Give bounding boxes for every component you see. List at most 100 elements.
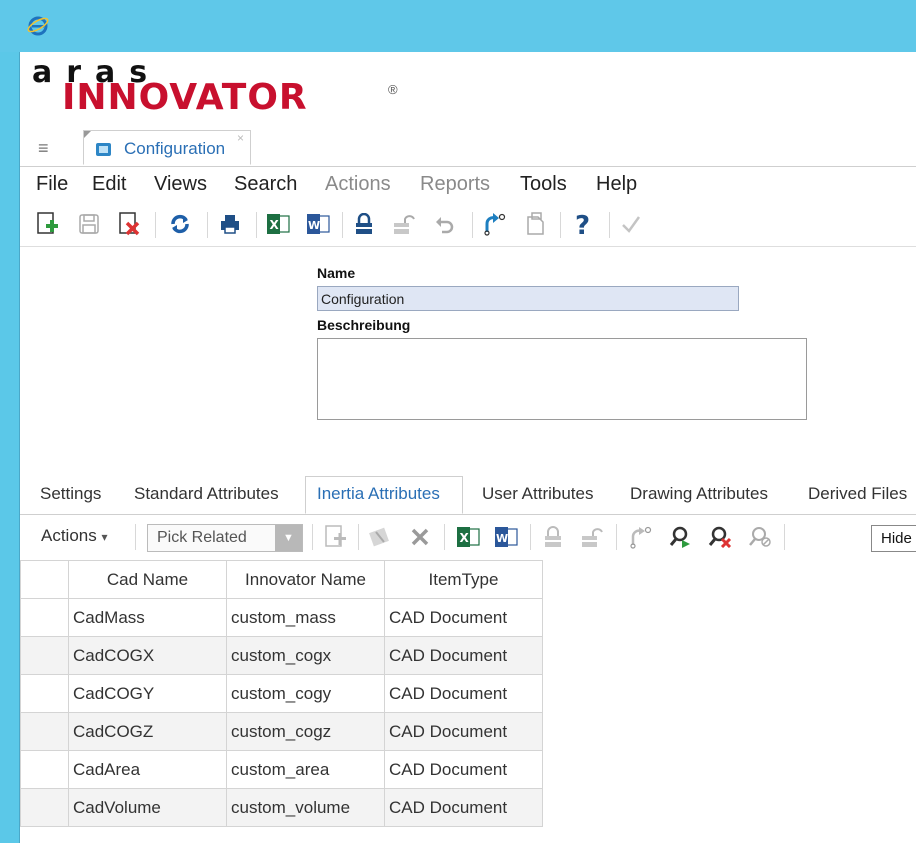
table-row[interactable]: CadVolume custom_volume CAD Document (20, 788, 543, 827)
itemtype-cell[interactable]: CAD Document (384, 598, 543, 637)
actions-dropdown[interactable]: Actions ▾ (41, 526, 108, 546)
row-selector[interactable] (20, 636, 69, 675)
svg-text:W: W (308, 219, 320, 232)
pick-related-label: Pick Related (157, 529, 247, 546)
table-row[interactable]: CadCOGZ custom_cogz CAD Document (20, 712, 543, 751)
search-green-icon[interactable] (666, 523, 694, 551)
browser-titlebar (0, 0, 916, 52)
svg-text:X: X (270, 218, 280, 232)
toolbar-separator (530, 524, 531, 550)
column-header-cad-name[interactable]: Cad Name (68, 560, 227, 599)
menu-edit[interactable]: Edit (92, 173, 126, 196)
table-row[interactable]: CadMass custom_mass CAD Document (20, 598, 543, 637)
itemtype-cell[interactable]: CAD Document (384, 636, 543, 675)
table-row[interactable]: CadCOGY custom_cogy CAD Document (20, 674, 543, 713)
word-export-icon[interactable]: W (492, 523, 520, 551)
relationship-grid: Cad Name Innovator Name ItemType CadMass… (20, 560, 543, 827)
tab-drawing-attributes[interactable]: Drawing Attributes (630, 484, 768, 504)
column-header-itemtype[interactable]: ItemType (384, 560, 543, 599)
innovator-name-cell[interactable]: custom_cogz (226, 712, 385, 751)
hamburger-menu-icon[interactable]: ≡ (38, 139, 49, 157)
cad-name-cell[interactable]: CadCOGZ (68, 712, 227, 751)
menu-help[interactable]: Help (596, 173, 637, 196)
discard-icon[interactable] (116, 210, 144, 238)
save-icon[interactable] (75, 210, 103, 238)
excel-icon[interactable]: X (264, 210, 292, 238)
hide-button[interactable]: Hide (871, 525, 916, 552)
row-selector[interactable] (20, 598, 69, 637)
cad-name-cell[interactable]: CadCOGX (68, 636, 227, 675)
help-icon[interactable]: ? (569, 210, 597, 238)
menu-actions[interactable]: Actions (325, 173, 391, 196)
menu-tools[interactable]: Tools (520, 173, 567, 196)
innovator-name-cell[interactable]: custom_cogy (226, 674, 385, 713)
select-arrow-icon[interactable]: ▼ (275, 525, 302, 551)
promote-icon[interactable] (480, 210, 508, 238)
delete-icon[interactable] (406, 523, 434, 551)
new-item-icon[interactable] (34, 210, 62, 238)
tab-fold-icon (84, 131, 91, 138)
promote-row-icon[interactable] (626, 523, 654, 551)
tab-standard-attributes[interactable]: Standard Attributes (134, 484, 279, 504)
lock-row-icon[interactable] (539, 523, 567, 551)
row-selector-header (20, 560, 69, 599)
tab-user-attributes[interactable]: User Attributes (482, 484, 594, 504)
menu-reports[interactable]: Reports (420, 173, 490, 196)
menu-views[interactable]: Views (154, 173, 207, 196)
itemtype-cell[interactable]: CAD Document (384, 712, 543, 751)
row-selector[interactable] (20, 788, 69, 827)
tab-derived-files[interactable]: Derived Files (808, 484, 907, 504)
description-field[interactable] (317, 338, 807, 420)
menubar: File Edit Views Search Actions Reports T… (20, 169, 916, 199)
copy-icon[interactable] (522, 210, 550, 238)
main-toolbar: X W ? (20, 204, 916, 247)
grid-header-row: Cad Name Innovator Name ItemType (20, 560, 543, 599)
toolbar-separator (560, 212, 561, 238)
undo-icon[interactable] (430, 210, 458, 238)
cad-name-cell[interactable]: CadVolume (68, 788, 227, 827)
menu-file[interactable]: File (36, 173, 68, 196)
lock-icon[interactable] (350, 210, 378, 238)
tab-label: Configuration (124, 139, 226, 158)
excel-export-icon[interactable]: X (454, 523, 482, 551)
search-disabled-icon[interactable] (746, 523, 774, 551)
table-row[interactable]: CadArea custom_area CAD Document (20, 750, 543, 789)
itemtype-cell[interactable]: CAD Document (384, 750, 543, 789)
row-selector[interactable] (20, 674, 69, 713)
menu-search[interactable]: Search (234, 173, 297, 196)
relationship-toolbar: Actions ▾ Pick Related ▼ X W Hide (20, 515, 916, 559)
ie-icon (27, 16, 49, 36)
pick-related-select[interactable]: Pick Related ▼ (147, 524, 303, 552)
column-header-innovator-name[interactable]: Innovator Name (226, 560, 385, 599)
name-field[interactable] (317, 286, 739, 311)
close-tab-icon[interactable]: × (237, 131, 244, 145)
new-relationship-icon[interactable] (322, 523, 350, 551)
row-selector[interactable] (20, 750, 69, 789)
itemtype-cell[interactable]: CAD Document (384, 788, 543, 827)
cad-name-cell[interactable]: CadMass (68, 598, 227, 637)
print-icon[interactable] (216, 210, 244, 238)
search-clear-icon[interactable] (706, 523, 734, 551)
row-selector[interactable] (20, 712, 69, 751)
refresh-icon[interactable] (166, 210, 194, 238)
innovator-name-cell[interactable]: custom_mass (226, 598, 385, 637)
itemtype-cell[interactable]: CAD Document (384, 674, 543, 713)
cad-name-cell[interactable]: CadCOGY (68, 674, 227, 713)
unlock-icon[interactable] (390, 210, 418, 238)
innovator-name-cell[interactable]: custom_cogx (226, 636, 385, 675)
done-icon[interactable] (617, 210, 645, 238)
pick-icon[interactable] (366, 523, 394, 551)
innovator-name-cell[interactable]: custom_area (226, 750, 385, 789)
cad-name-cell[interactable]: CadArea (68, 750, 227, 789)
svg-text:?: ? (575, 211, 590, 237)
innovator-name-cell[interactable]: custom_volume (226, 788, 385, 827)
tab-configuration[interactable]: Configuration × (83, 130, 251, 165)
word-icon[interactable]: W (304, 210, 332, 238)
toolbar-separator (609, 212, 610, 238)
unlock-row-icon[interactable] (578, 523, 606, 551)
relationship-tabbar: Settings Standard Attributes Inertia Att… (20, 476, 916, 515)
tab-inertia-attributes[interactable]: Inertia Attributes (317, 484, 440, 504)
tab-settings[interactable]: Settings (40, 484, 101, 504)
table-row[interactable]: CadCOGX custom_cogx CAD Document (20, 636, 543, 675)
description-label: Beschreibung (317, 317, 411, 333)
